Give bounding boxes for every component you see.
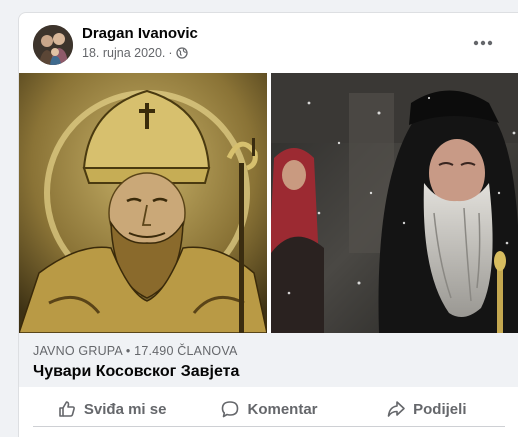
meta-separator: · <box>168 46 173 60</box>
actions-divider <box>33 426 505 427</box>
post-header: Dragan Ivanovic 18. rujna 2020. · <box>19 13 518 73</box>
thumbs-up-icon <box>59 401 75 417</box>
author-name[interactable]: Dragan Ivanovic <box>82 25 198 42</box>
globe-icon[interactable] <box>175 47 188 59</box>
share-button[interactable]: Podijeli <box>348 391 505 427</box>
share-label: Podijeli <box>413 400 467 418</box>
post-meta: 18. rujna 2020. · <box>82 46 188 60</box>
group-title[interactable]: Чувари Косовског Завјета <box>33 363 239 381</box>
post-image[interactable] <box>19 73 518 333</box>
avatar[interactable] <box>33 25 73 65</box>
icon-painting <box>19 73 268 333</box>
like-label: Sviđa mi se <box>83 400 167 418</box>
comment-button[interactable]: Komentar <box>190 391 347 427</box>
photo-monk <box>269 73 518 333</box>
post-card: Dragan Ivanovic 18. rujna 2020. · JAVNO … <box>18 12 518 437</box>
comment-label: Komentar <box>247 400 318 418</box>
avatar-photo <box>33 25 73 65</box>
comment-icon <box>222 401 239 418</box>
like-button[interactable]: Sviđa mi se <box>33 391 190 427</box>
group-meta: JAVNO GRUPA • 17.490 ČLANOVA <box>33 344 238 358</box>
post-actions: Sviđa mi se Komentar Podijeli <box>33 391 505 427</box>
group-link-preview[interactable]: JAVNO GRUPA • 17.490 ČLANOVA Чувари Косо… <box>19 333 518 387</box>
more-horizontal-icon <box>473 40 493 46</box>
share-arrow-icon <box>387 401 405 417</box>
more-options-button[interactable] <box>465 29 501 57</box>
post-date[interactable]: 18. rujna 2020. <box>82 46 165 60</box>
